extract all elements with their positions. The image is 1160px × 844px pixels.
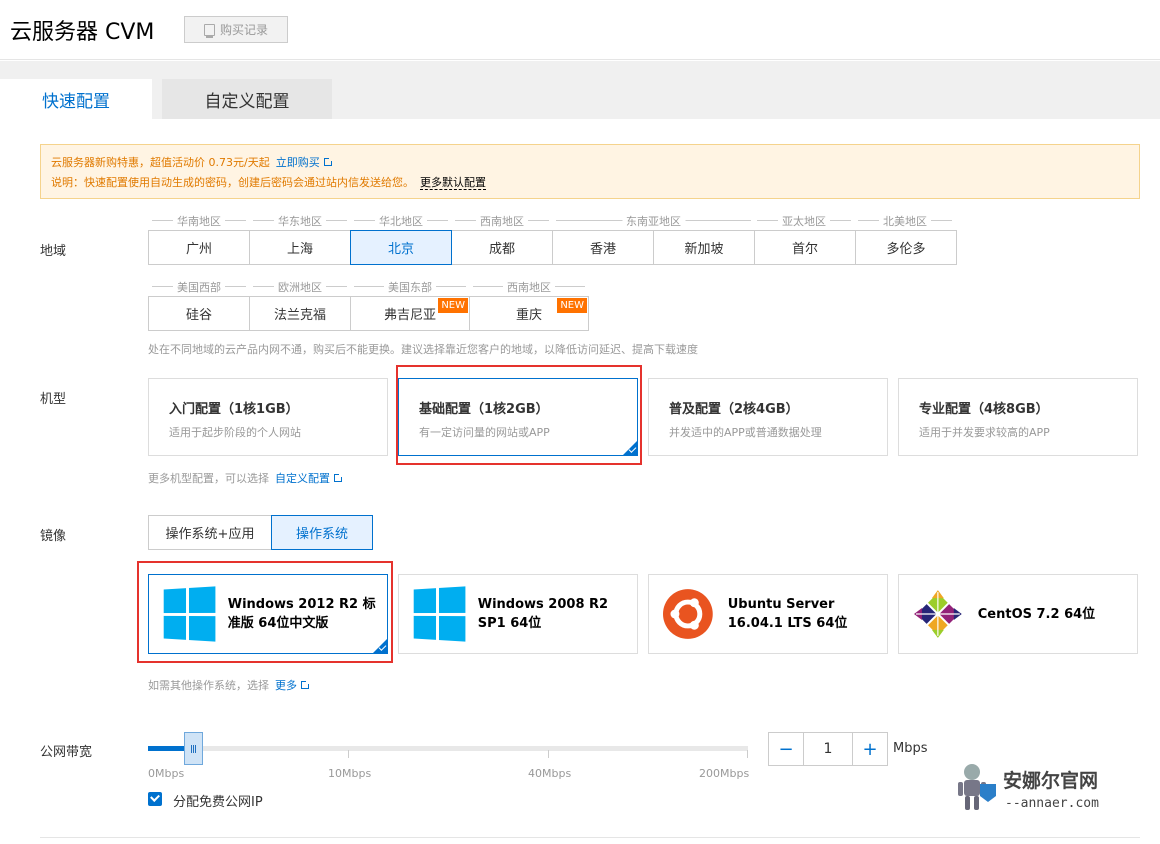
os-card-windows-2012[interactable]: Windows 2012 R2 标准版 64位中文版 <box>148 574 388 654</box>
region-group-europe: 欧洲地区 <box>253 279 347 295</box>
os-card-windows-2008[interactable]: Windows 2008 R2 SP1 64位 <box>398 574 638 654</box>
ubuntu-icon <box>662 589 713 639</box>
image-label: 镜像 <box>40 529 67 544</box>
region-silicon-valley[interactable]: 硅谷 <box>148 296 250 331</box>
os-name: Windows 2008 R2 SP1 64位 <box>477 597 609 631</box>
new-badge: NEW <box>557 298 587 313</box>
windows-icon <box>163 586 216 642</box>
machine-card-desc: 适用于起步阶段的个人网站 <box>169 426 301 439</box>
region-group-asia-pacific: 亚太地区 <box>757 213 851 229</box>
custom-config-link[interactable]: 自定义配置 <box>275 472 343 485</box>
region-guangzhou[interactable]: 广州 <box>148 230 250 265</box>
bandwidth-stepper: − 1 + <box>768 732 888 766</box>
tick-label-200: 200Mbps <box>699 767 750 780</box>
region-group-us-west: 美国西部 <box>152 279 246 295</box>
bandwidth-slider-track[interactable] <box>148 746 748 751</box>
tab-quick-config[interactable]: 快速配置 <box>0 79 152 119</box>
os-name: CentOS 7.2 64位 <box>977 606 1096 622</box>
tick-label-40: 40Mbps <box>528 767 572 780</box>
region-chongqing[interactable]: 重庆 NEW <box>469 296 589 331</box>
bandwidth-slider-fill <box>148 746 184 751</box>
bandwidth-slider-handle[interactable] <box>184 732 203 765</box>
bandwidth-unit: Mbps <box>893 741 928 756</box>
more-os-link[interactable]: 更多 <box>275 679 310 692</box>
notice-explain-text: 说明：快速配置使用自动生成的密码，创建后密码会通过站内信发送给您。 <box>51 176 414 189</box>
region-group-east-china: 华东地区 <box>253 213 347 229</box>
region-group-southwest-china: 西南地区 <box>455 213 549 229</box>
top-bar: 云服务器 CVM 购买记录 <box>0 0 1160 60</box>
free-ip-label: 分配免费公网IP <box>173 795 263 810</box>
image-type-os-app[interactable]: 操作系统+应用 <box>148 515 272 550</box>
region-group-southwest-china-2: 西南地区 <box>473 279 585 295</box>
purchase-record-button[interactable]: 购买记录 <box>184 16 288 43</box>
machine-card-basic[interactable]: 基础配置（1核2GB） 有一定访问量的网站或APP <box>398 378 638 456</box>
machine-card-entry[interactable]: 入门配置（1核1GB） 适用于起步阶段的个人网站 <box>148 378 388 456</box>
external-link-icon <box>301 680 310 689</box>
purchase-record-label: 购买记录 <box>219 23 268 37</box>
image-type-os[interactable]: 操作系统 <box>271 515 373 550</box>
region-group-southeast-asia: 东南亚地区 <box>556 213 751 229</box>
machine-type-label: 机型 <box>40 392 67 407</box>
divider <box>40 837 1140 838</box>
region-toronto[interactable]: 多伦多 <box>855 230 957 265</box>
region-chengdu[interactable]: 成都 <box>451 230 553 265</box>
watermark: 安娜尔官网 --annaer.com <box>950 762 1130 817</box>
machine-card-title: 基础配置（1核2GB） <box>419 402 549 417</box>
region-seoul[interactable]: 首尔 <box>754 230 856 265</box>
region-beijing[interactable]: 北京 <box>350 230 452 265</box>
region-group-us-east: 美国东部 <box>354 279 466 295</box>
os-name: Windows 2012 R2 标准版 64位中文版 <box>227 597 376 631</box>
os-card-ubuntu[interactable]: Ubuntu Server 16.04.1 LTS 64位 <box>648 574 888 654</box>
new-badge: NEW <box>438 298 468 313</box>
region-group-north-china: 华北地区 <box>354 213 448 229</box>
slider-tick <box>747 750 748 758</box>
machine-card-desc: 并发适中的APP或普通数据处理 <box>669 426 822 439</box>
slider-tick <box>548 750 549 758</box>
region-hongkong[interactable]: 香港 <box>552 230 654 265</box>
machine-card-title: 入门配置（1核1GB） <box>169 402 299 417</box>
machine-hint: 更多机型配置，可以选择 自定义配置 <box>148 470 343 486</box>
machine-card-desc: 有一定访问量的网站或APP <box>419 426 550 439</box>
tab-custom-config[interactable]: 自定义配置 <box>162 79 332 119</box>
decrement-button[interactable]: − <box>769 733 803 765</box>
image-hint: 如需其他操作系统，选择 更多 <box>148 677 310 693</box>
watermark-title: 安娜尔官网 <box>1003 770 1099 792</box>
tick-label-10: 10Mbps <box>328 767 372 780</box>
region-frankfurt[interactable]: 法兰克福 <box>249 296 351 331</box>
region-singapore[interactable]: 新加坡 <box>653 230 755 265</box>
machine-card-desc: 适用于并发要求较高的APP <box>919 426 1050 439</box>
robot-logo-icon <box>958 764 996 810</box>
receipt-icon <box>203 23 215 38</box>
machine-card-pro[interactable]: 专业配置（4核8GB） 适用于并发要求较高的APP <box>898 378 1138 456</box>
bandwidth-input[interactable]: 1 <box>803 733 853 765</box>
bandwidth-label: 公网带宽 <box>40 745 93 760</box>
slider-tick <box>348 750 349 758</box>
more-defaults-link[interactable]: 更多默认配置 <box>420 176 486 190</box>
region-virginia[interactable]: 弗吉尼亚 NEW <box>350 296 470 331</box>
promo-notice: 云服务器新购特惠，超值活动价 0.73元/天起 立即购买 说明：快速配置使用自动生… <box>40 144 1140 199</box>
page-title: 云服务器 CVM <box>10 20 155 45</box>
tick-label-0: 0Mbps <box>148 767 185 780</box>
region-shanghai[interactable]: 上海 <box>249 230 351 265</box>
machine-card-title: 专业配置（4核8GB） <box>919 402 1049 417</box>
machine-card-standard[interactable]: 普及配置（2核4GB） 并发适中的APP或普通数据处理 <box>648 378 888 456</box>
centos-icon <box>913 590 962 638</box>
external-link-icon <box>323 157 333 166</box>
external-link-icon <box>334 473 343 482</box>
selected-check-icon <box>373 639 387 653</box>
region-hint: 处在不同地域的云产品内网不通，购买后不能更换。建议选择靠近您客户的地域，以降低访… <box>148 343 698 356</box>
buy-now-link[interactable]: 立即购买 <box>276 156 333 169</box>
region-group-north-america: 北美地区 <box>858 213 952 229</box>
windows-icon <box>413 586 466 642</box>
region-group-south-china: 华南地区 <box>152 213 246 229</box>
os-name: Ubuntu Server 16.04.1 LTS 64位 <box>727 597 848 631</box>
selected-check-icon <box>623 441 637 455</box>
free-ip-checkbox[interactable] <box>148 792 162 806</box>
increment-button[interactable]: + <box>853 733 887 765</box>
region-label: 地域 <box>40 244 67 259</box>
machine-card-title: 普及配置（2核4GB） <box>669 402 799 417</box>
os-card-centos[interactable]: CentOS 7.2 64位 <box>898 574 1138 654</box>
watermark-url: --annaer.com <box>1005 796 1099 811</box>
promo-text: 云服务器新购特惠，超值活动价 0.73元/天起 <box>51 156 270 169</box>
